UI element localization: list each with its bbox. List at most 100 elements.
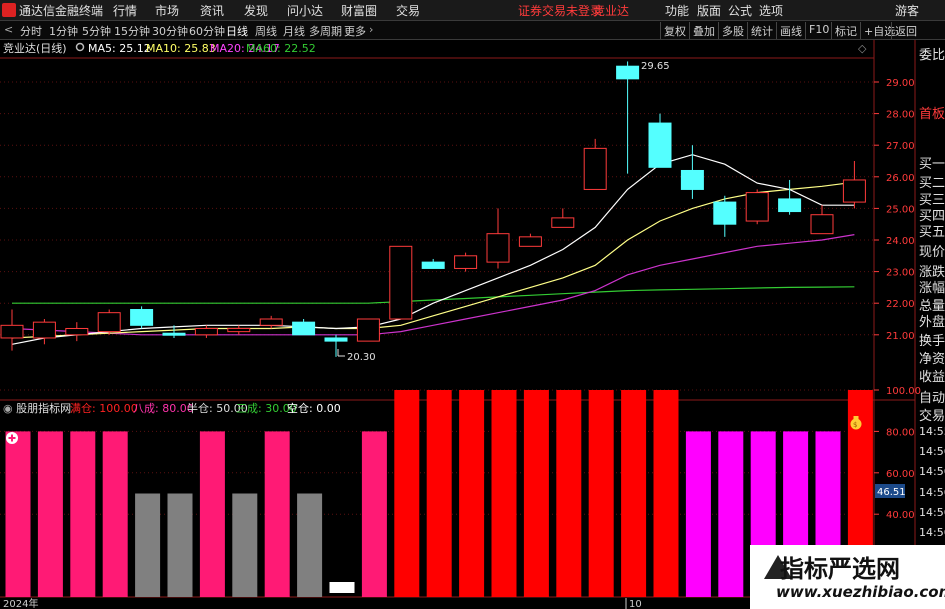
- indicator-bar[interactable]: [70, 431, 96, 597]
- candle-body: [32, 321, 56, 339]
- price-tick-label: 24.00: [886, 236, 915, 247]
- svg-text:$: $: [853, 421, 857, 429]
- candle[interactable]: [842, 161, 866, 209]
- main-panel-settings-icon[interactable]: [75, 42, 85, 52]
- candle[interactable]: [713, 195, 737, 237]
- candle[interactable]: [130, 306, 154, 329]
- candle-body: [65, 327, 89, 336]
- candle[interactable]: [356, 318, 380, 342]
- indicator-bar[interactable]: [232, 493, 258, 598]
- watermark-url: www.xuezhibiao.com: [776, 583, 945, 601]
- candle-body: [356, 318, 380, 342]
- side-panel-label: 14:56: [919, 506, 945, 519]
- indicator-bar[interactable]: [523, 390, 549, 597]
- candle[interactable]: [292, 319, 316, 336]
- candle[interactable]: [0, 309, 24, 351]
- candle-body: [421, 261, 445, 269]
- candle[interactable]: [583, 138, 607, 190]
- indicator-bars[interactable]: [5, 390, 873, 598]
- indicator-bar[interactable]: [588, 390, 614, 597]
- watermark-title: 指标严选网: [780, 555, 900, 583]
- high-price-label: 29.65: [641, 61, 670, 72]
- price-axis: 29.00 28.00 27.00 26.00 25.00 24.00 23.00 22.00…: [874, 78, 915, 342]
- candle-body: [162, 332, 186, 336]
- indicator-bar[interactable]: [264, 431, 290, 597]
- side-panel-label: 14:56: [919, 445, 945, 458]
- candle[interactable]: [389, 245, 413, 320]
- candle-body: [583, 147, 607, 190]
- candle-body: [486, 233, 510, 263]
- panel-collapse-icon[interactable]: ◇: [858, 42, 867, 55]
- candle-body: [842, 179, 866, 203]
- candle[interactable]: [810, 205, 834, 235]
- candle[interactable]: [518, 233, 542, 247]
- candle[interactable]: [486, 208, 510, 269]
- candle[interactable]: [680, 145, 704, 199]
- candle[interactable]: [551, 208, 575, 228]
- candle[interactable]: [745, 189, 769, 225]
- price-tick-label: 27.00: [886, 141, 915, 152]
- side-panel-label: 净资: [919, 352, 945, 367]
- candle[interactable]: [32, 319, 56, 345]
- indicator-bar[interactable]: [491, 390, 517, 597]
- indicator-bar[interactable]: [361, 431, 387, 597]
- candle-body: [389, 245, 413, 320]
- candle[interactable]: [454, 252, 478, 272]
- indicator-bar[interactable]: [135, 493, 161, 598]
- legend-empty: 空仓: 0.00: [287, 401, 341, 415]
- candle-body: [292, 321, 316, 336]
- indicator-bar[interactable]: [37, 431, 63, 597]
- indicator-bar[interactable]: [329, 582, 355, 593]
- price-tick-label: 23.00: [886, 268, 915, 279]
- side-panel-label: 买五: [919, 225, 945, 240]
- date-start-label: 2024年: [3, 597, 38, 609]
- candle[interactable]: [259, 315, 283, 329]
- indicator-bar[interactable]: [199, 431, 225, 597]
- candle[interactable]: [97, 309, 121, 335]
- side-panel-label: 委比: [919, 48, 945, 63]
- candle[interactable]: [65, 322, 89, 342]
- candle-body: [97, 312, 121, 333]
- ma10-legend: MA10: 25.83: [146, 42, 216, 55]
- candle[interactable]: [778, 179, 802, 215]
- candle-body: [616, 65, 640, 80]
- candle[interactable]: [194, 325, 218, 338]
- candle[interactable]: [648, 113, 672, 168]
- legend-eighty: 八成: 80.00: [133, 402, 194, 415]
- indicator-bar[interactable]: [5, 431, 31, 597]
- chart-canvas[interactable]: 29.00 28.00 27.00 26.00 25.00 24.00 23.00 22.00…: [0, 0, 945, 609]
- indicator-bar[interactable]: [394, 390, 420, 597]
- add-indicator-icon[interactable]: [6, 432, 18, 444]
- candle[interactable]: [324, 334, 348, 357]
- side-panel-label: 14:56: [919, 465, 945, 478]
- indicator-tick-label: 100.00: [886, 386, 921, 397]
- indicator-bar[interactable]: [653, 390, 679, 597]
- candle-body: [194, 327, 218, 336]
- candle[interactable]: [421, 258, 445, 269]
- indicator-bullet-icon: ◉: [3, 402, 16, 415]
- candles[interactable]: [0, 61, 866, 357]
- indicator-bar[interactable]: [621, 390, 647, 597]
- indicator-bar[interactable]: [685, 431, 711, 597]
- side-panel-label: 外盘: [919, 315, 945, 330]
- price-tick-label: 25.00: [886, 204, 915, 215]
- date-mid-label: 10: [629, 599, 642, 609]
- candle[interactable]: [616, 61, 640, 174]
- side-panel-label: 自动: [919, 391, 945, 406]
- indicator-bar[interactable]: [167, 493, 193, 598]
- indicator-bar[interactable]: [426, 390, 452, 597]
- candle[interactable]: [227, 325, 251, 335]
- indicator-bar[interactable]: [718, 431, 744, 597]
- candle-body: [551, 217, 575, 228]
- indicator-tick-label: 40.00: [886, 510, 915, 521]
- candle-body: [227, 327, 251, 333]
- main-panel-title: 竞业达(日线): [3, 41, 67, 55]
- indicator-bar[interactable]: [102, 431, 128, 597]
- indicator-bar[interactable]: [297, 493, 323, 598]
- indicator-bar[interactable]: [459, 390, 485, 597]
- indicator-bar[interactable]: [556, 390, 582, 597]
- candle-body: [0, 324, 24, 339]
- side-panel-label: 现价: [919, 245, 945, 260]
- side-panel-label: 买一: [919, 157, 945, 172]
- candle-body: [130, 309, 154, 326]
